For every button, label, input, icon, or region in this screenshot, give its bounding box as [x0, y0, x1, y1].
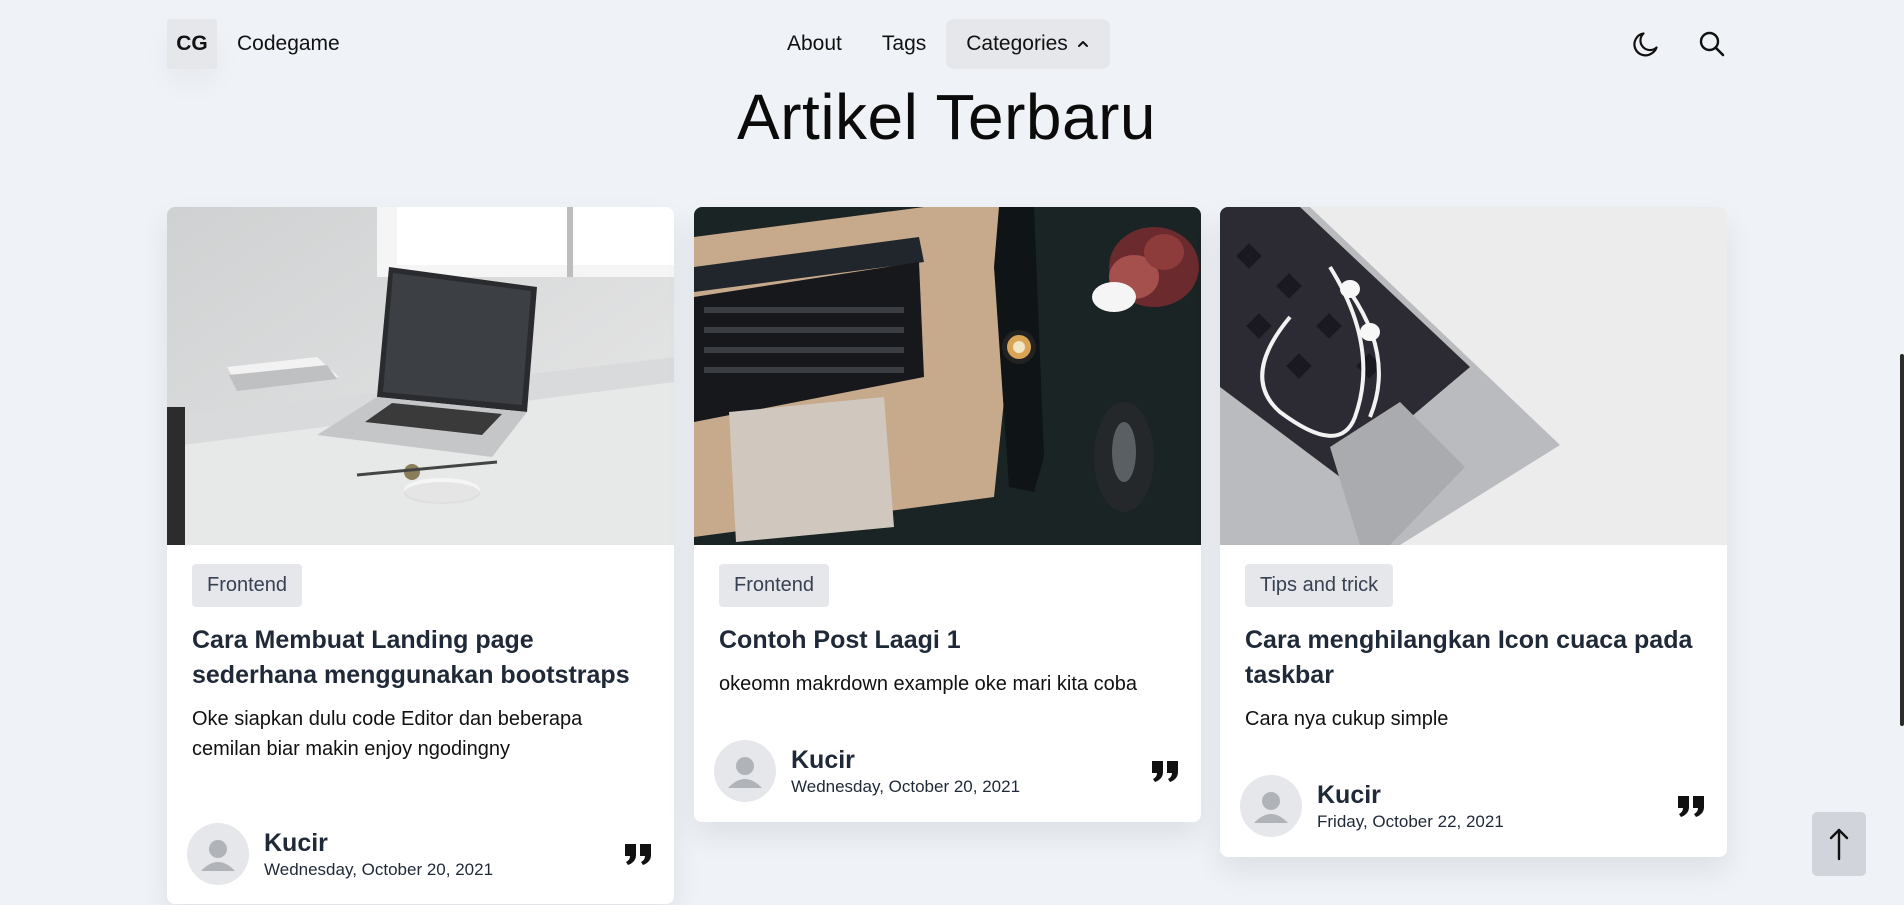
chevron-up-icon: [1077, 41, 1088, 47]
brand-name[interactable]: Codegame: [237, 32, 340, 56]
logo[interactable]: CG: [167, 19, 217, 69]
nav-actions: [1631, 19, 1727, 69]
menu-item-about[interactable]: About: [767, 19, 862, 69]
page-scrollbar[interactable]: [1900, 354, 1904, 726]
article-title[interactable]: Cara Membuat Landing page sederhana meng…: [192, 623, 650, 693]
author-name: Kucir: [264, 829, 328, 857]
author-info: Kucir Wednesday, October 20, 2021: [791, 745, 1020, 797]
post-date: Friday, October 22, 2021: [1317, 811, 1504, 831]
card-body: Frontend Cara Membuat Landing page seder…: [167, 545, 674, 764]
author-row: Kucir Friday, October 22, 2021: [1220, 754, 1727, 857]
card-body: Frontend Contoh Post Laagi 1 okeomn makr…: [694, 545, 1201, 699]
author-info: Kucir Wednesday, October 20, 2021: [264, 828, 493, 880]
quote-icon: [1152, 760, 1178, 782]
article-title[interactable]: Cara menghilangkan Icon cuaca pada taskb…: [1245, 623, 1703, 693]
quote-icon: [1678, 795, 1704, 817]
article-image-laptop-earphones[interactable]: [1220, 207, 1727, 545]
post-date: Wednesday, October 20, 2021: [791, 776, 1021, 796]
user-avatar-icon: [1240, 774, 1302, 837]
user-avatar-icon: [714, 739, 776, 802]
post-date: Wednesday, October 20, 2021: [264, 860, 494, 879]
arrow-up-icon: [1829, 828, 1849, 861]
main-menu: About Tags Categories: [767, 19, 1110, 69]
article-card[interactable]: Tips and trick Cara menghilangkan Icon c…: [1220, 207, 1727, 857]
author-row: Kucir Wednesday, October 20, 2021: [167, 804, 674, 904]
back-to-top-button[interactable]: [1812, 812, 1866, 876]
article-excerpt: Oke siapkan dulu code Editor dan beberap…: [192, 708, 583, 760]
menu-item-label: Categories: [966, 32, 1068, 55]
page-title: Artikel Terbaru: [737, 81, 1156, 153]
user-avatar-icon: [187, 823, 249, 885]
card-body: Tips and trick Cara menghilangkan Icon c…: [1220, 545, 1727, 734]
article-card[interactable]: Frontend Cara Membuat Landing page seder…: [167, 207, 674, 904]
category-tag[interactable]: Frontend: [192, 564, 303, 607]
category-tag[interactable]: Frontend: [719, 564, 830, 607]
navbar: CG Codegame About Tags Categories: [167, 19, 1727, 69]
article-image-laptop-dark[interactable]: [694, 207, 1201, 545]
menu-item-label: Tags: [881, 32, 927, 55]
category-tag[interactable]: Tips and trick: [1245, 564, 1394, 607]
article-title[interactable]: Contoh Post Laagi 1: [719, 623, 1177, 658]
article-image-laptop-desk[interactable]: [167, 207, 674, 545]
author-name: Kucir: [1317, 780, 1381, 809]
search-icon[interactable]: [1697, 29, 1727, 59]
page: CG Codegame About Tags Categories Artike…: [0, 0, 1904, 905]
quote-icon: [625, 844, 651, 865]
article-excerpt: Cara nya cukup simple: [1245, 708, 1449, 730]
author-row: Kucir Wednesday, October 20, 2021: [694, 719, 1201, 822]
menu-item-categories[interactable]: Categories: [946, 19, 1110, 69]
menu-item-label: About: [787, 32, 842, 55]
moon-icon[interactable]: [1631, 29, 1661, 59]
article-card[interactable]: Frontend Contoh Post Laagi 1 okeomn makr…: [694, 207, 1201, 822]
article-excerpt: okeomn makrdown example oke mari kita co…: [719, 673, 1137, 695]
author-name: Kucir: [791, 745, 855, 774]
author-info: Kucir Friday, October 22, 2021: [1317, 780, 1504, 832]
menu-item-tags[interactable]: Tags: [862, 19, 946, 69]
